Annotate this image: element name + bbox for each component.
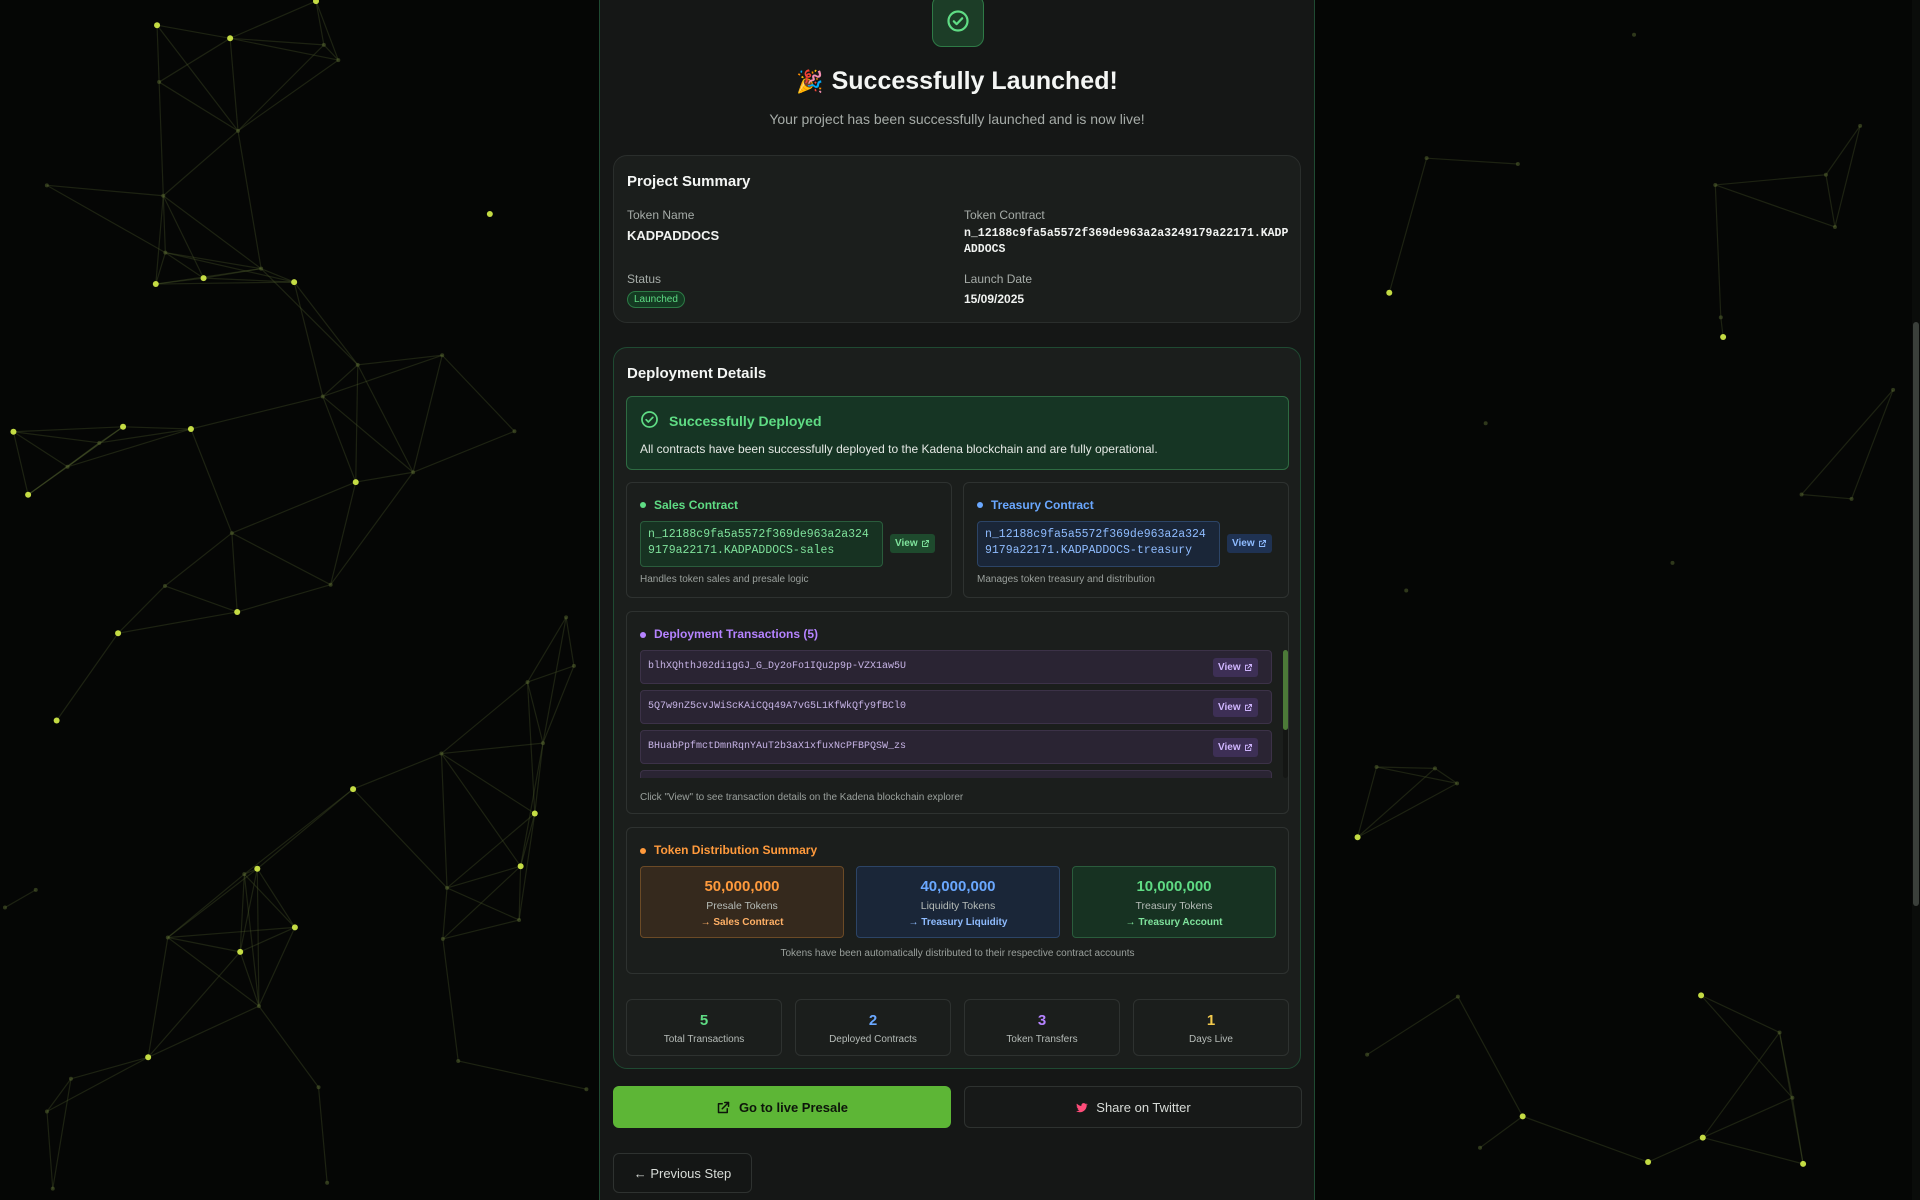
treasury-tokens-label: Treasury Tokens xyxy=(1135,900,1213,912)
stat-days-live: 1 Days Live xyxy=(1133,999,1289,1056)
page-scrollbar[interactable] xyxy=(1912,0,1920,1200)
stat-label: Days Live xyxy=(1189,1034,1233,1045)
share-on-twitter-label: Share on Twitter xyxy=(1096,1099,1191,1115)
transaction-view-button[interactable]: View xyxy=(1213,658,1258,677)
treasury-contract-note: Manages token treasury and distribution xyxy=(977,574,1155,585)
distribution-title: Token Distribution Summary xyxy=(654,843,818,857)
transaction-hash: BHuabPpfmctDmnRqnYAuT2b3aX1xfuxNcPFBPQSW… xyxy=(648,741,907,752)
launch-success-panel: 🎉 Successfully Launched! Your project has… xyxy=(599,0,1315,1200)
page-title: 🎉 Successfully Launched! xyxy=(600,67,1314,96)
status-label: Status xyxy=(627,272,662,286)
transactions-list[interactable]: blhXQhthJ02di1gGJ_G_Dy2oFo1IQu2p9p-VZX1a… xyxy=(640,650,1272,778)
stat-value: 1 xyxy=(1206,1012,1216,1029)
treasury-contract-card: Treasury Contract n_12188c9fa5a5572f369d… xyxy=(963,482,1289,598)
deployment-details-title: Deployment Details xyxy=(627,365,767,382)
token-name-label: Token Name xyxy=(627,208,695,222)
previous-step-label: ← Previous Step xyxy=(633,1165,732,1181)
external-link-icon xyxy=(1244,704,1252,711)
presale-tokens-amount: 50,000,000 xyxy=(704,878,780,895)
token-contract-label: Token Contract xyxy=(964,208,1045,222)
treasury-view-label: View xyxy=(1232,538,1255,549)
transaction-hash: 5Q7w9nZ5cvJWiScKAiCQq49A7vG5L1KfWkQfy9fB… xyxy=(648,701,907,712)
project-summary-card: Project Summary Token Name KADPADDOCS To… xyxy=(613,155,1301,323)
presale-tokens-label: Presale Tokens xyxy=(706,900,778,912)
transaction-view-button[interactable]: View xyxy=(1213,738,1258,757)
stat-value: 3 xyxy=(1037,1012,1047,1029)
treasury-view-button[interactable]: View xyxy=(1227,534,1272,553)
transaction-row: 5Q7w9nZ5cvJWiScKAiCQq49A7vG5L1KfWkQfy9fB… xyxy=(640,690,1272,724)
launch-date-label: Launch Date xyxy=(964,272,1033,286)
stat-value: 2 xyxy=(868,1012,878,1029)
deployment-success-title: Successfully Deployed xyxy=(669,413,822,429)
transaction-hash: blhXQhthJ02di1gGJ_G_Dy2oFo1IQu2p9p-VZX1a… xyxy=(648,661,907,672)
transaction-view-label: View xyxy=(1218,742,1241,753)
sales-contract-title: Sales Contract xyxy=(654,498,739,512)
transaction-view-label: View xyxy=(1218,702,1241,713)
distribution-note: Tokens have been automatically distribut… xyxy=(780,948,1135,959)
stat-token-transfers: 3 Token Transfers xyxy=(964,999,1120,1056)
page-scrollbar-thumb[interactable] xyxy=(1913,322,1919,906)
presale-tokens-destination: → Sales Contract xyxy=(700,917,784,928)
previous-step-button[interactable]: ← Previous Step xyxy=(613,1153,752,1193)
transactions-note: Click "View" to see transaction details … xyxy=(640,792,964,803)
liquidity-tokens-label: Liquidity Tokens xyxy=(920,900,996,912)
sales-view-label: View xyxy=(895,538,918,549)
transaction-row: blhXQhthJ02di1gGJ_G_Dy2oFo1IQu2p9p-VZX1a… xyxy=(640,650,1272,684)
twitter-bird-icon xyxy=(1076,1102,1089,1112)
sales-view-button[interactable]: View xyxy=(890,534,935,553)
share-on-twitter-button[interactable]: Share on Twitter xyxy=(964,1086,1302,1128)
project-summary-title: Project Summary xyxy=(627,173,751,190)
treasury-contract-address: n_12188c9fa5a5572f369de963a2a3249179a221… xyxy=(977,521,1220,567)
transactions-scrollbar-thumb[interactable] xyxy=(1283,650,1288,730)
transactions-title: Deployment Transactions (5) xyxy=(654,627,819,641)
token-name-value: KADPADDOCS xyxy=(627,228,720,243)
transaction-row-partial xyxy=(640,770,1272,778)
presale-tokens-box: 50,000,000 Presale Tokens → Sales Contra… xyxy=(640,866,844,938)
external-link-icon xyxy=(717,1101,730,1113)
go-to-live-presale-button[interactable]: Go to live Presale xyxy=(613,1086,951,1128)
stat-value: 5 xyxy=(699,1012,709,1029)
distribution-status-dot xyxy=(640,848,646,854)
go-to-live-presale-label: Go to live Presale xyxy=(738,1099,849,1115)
stat-total-transactions: 5 Total Transactions xyxy=(626,999,782,1056)
stat-label: Token Transfers xyxy=(1006,1034,1078,1045)
treasury-tokens-destination: → Treasury Account xyxy=(1125,917,1223,928)
treasury-contract-title: Treasury Contract xyxy=(991,498,1094,512)
sales-contract-card: Sales Contract n_12188c9fa5a5572f369de96… xyxy=(626,482,952,598)
external-link-icon xyxy=(1258,540,1266,547)
transactions-scrollbar[interactable] xyxy=(1283,650,1288,778)
sales-contract-note: Handles token sales and presale logic xyxy=(640,574,809,585)
page-title-text: Successfully Launched! xyxy=(831,67,1118,95)
transactions-status-dot xyxy=(640,632,646,638)
treasury-status-dot xyxy=(977,502,983,508)
liquidity-tokens-box: 40,000,000 Liquidity Tokens → Treasury L… xyxy=(856,866,1060,938)
stat-label: Total Transactions xyxy=(663,1034,745,1045)
deployment-details-card: Deployment Details Successfully Deployed… xyxy=(613,347,1301,1069)
token-contract-value: n_12188c9fa5a5572f369de963a2a3249179a221… xyxy=(964,227,1289,256)
sales-status-dot xyxy=(640,502,646,508)
transaction-view-button[interactable]: View xyxy=(1213,698,1258,717)
deployment-success-alert: Successfully Deployed All contracts have… xyxy=(626,396,1289,470)
external-link-icon xyxy=(921,540,929,547)
page-subtitle: Your project has been successfully launc… xyxy=(769,111,1145,127)
deployment-success-text: All contracts have been successfully dep… xyxy=(640,442,1158,456)
deployment-transactions-card: Deployment Transactions (5) blhXQhthJ02d… xyxy=(626,611,1289,814)
liquidity-tokens-amount: 40,000,000 xyxy=(920,878,996,895)
transaction-row: BHuabPpfmctDmnRqnYAuT2b3aX1xfuxNcPFBPQSW… xyxy=(640,730,1272,764)
status-badge: Launched xyxy=(627,291,685,308)
treasury-tokens-box: 10,000,000 Treasury Tokens → Treasury Ac… xyxy=(1072,866,1276,938)
stat-label: Deployed Contracts xyxy=(829,1034,917,1045)
stat-deployed-contracts: 2 Deployed Contracts xyxy=(795,999,951,1056)
sales-contract-address: n_12188c9fa5a5572f369de963a2a3249179a221… xyxy=(640,521,883,567)
token-distribution-card: Token Distribution Summary 50,000,000 Pr… xyxy=(626,827,1289,974)
party-popper-icon: 🎉 xyxy=(796,69,824,94)
check-circle-icon xyxy=(932,0,984,47)
check-circle-icon xyxy=(641,411,658,428)
external-link-icon xyxy=(1244,744,1252,751)
transaction-view-label: View xyxy=(1218,662,1241,673)
treasury-tokens-amount: 10,000,000 xyxy=(1136,878,1212,895)
liquidity-tokens-destination: → Treasury Liquidity xyxy=(908,917,1008,928)
launch-date-value: 15/09/2025 xyxy=(964,292,1025,306)
external-link-icon xyxy=(1244,664,1252,671)
